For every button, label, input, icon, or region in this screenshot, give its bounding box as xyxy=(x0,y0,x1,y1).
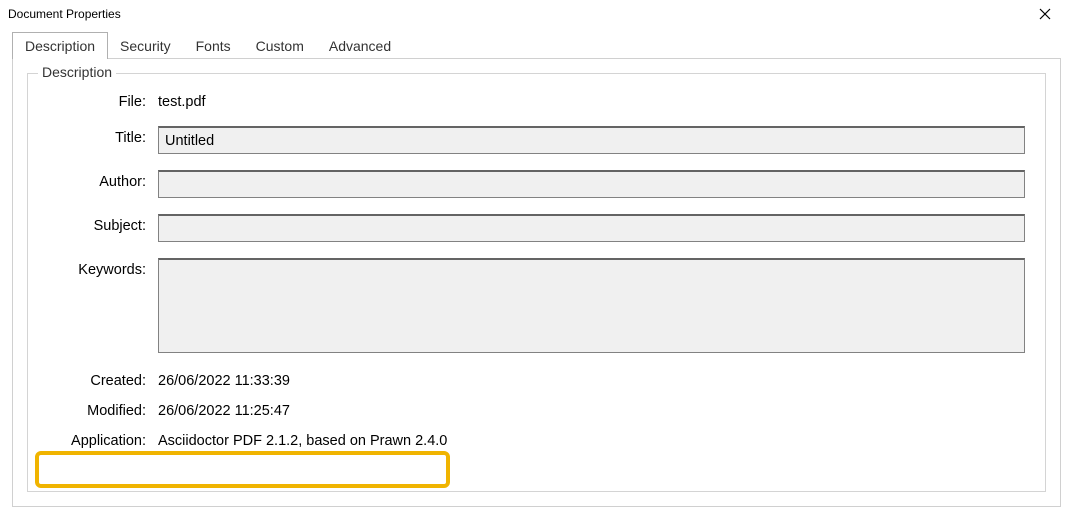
value-file: test.pdf xyxy=(158,90,1025,110)
tabs: Description Security Fonts Custom Advanc… xyxy=(12,32,1061,59)
close-button[interactable] xyxy=(1025,2,1065,26)
row-keywords: Keywords: xyxy=(48,258,1025,353)
label-application: Application: xyxy=(48,429,158,449)
label-subject: Subject: xyxy=(48,214,158,234)
label-modified: Modified: xyxy=(48,399,158,419)
tab-description[interactable]: Description xyxy=(12,32,108,59)
label-title: Title: xyxy=(48,126,158,146)
value-application: Asciidoctor PDF 2.1.2, based on Prawn 2.… xyxy=(158,429,1025,449)
window-title: Document Properties xyxy=(8,7,121,21)
label-file: File: xyxy=(48,90,158,110)
description-fieldset: Description File: test.pdf Title: Author… xyxy=(27,73,1046,492)
value-modified: 26/06/2022 11:25:47 xyxy=(158,399,1025,419)
subject-field[interactable] xyxy=(158,214,1025,242)
row-file: File: test.pdf xyxy=(48,90,1025,110)
author-field[interactable] xyxy=(158,170,1025,198)
tabs-container: Description Security Fonts Custom Advanc… xyxy=(12,32,1061,59)
row-application: Application: Asciidoctor PDF 2.1.2, base… xyxy=(48,429,1025,449)
tab-panel: Description File: test.pdf Title: Author… xyxy=(12,58,1061,507)
tab-advanced[interactable]: Advanced xyxy=(316,32,404,59)
window-titlebar: Document Properties xyxy=(0,0,1073,28)
label-keywords: Keywords: xyxy=(48,258,158,278)
label-created: Created: xyxy=(48,369,158,389)
row-modified: Modified: 26/06/2022 11:25:47 xyxy=(48,399,1025,419)
row-created: Created: 26/06/2022 11:33:39 xyxy=(48,369,1025,389)
tab-custom[interactable]: Custom xyxy=(243,32,317,59)
close-icon xyxy=(1039,8,1051,20)
row-author: Author: xyxy=(48,170,1025,198)
row-subject: Subject: xyxy=(48,214,1025,242)
tab-fonts[interactable]: Fonts xyxy=(183,32,244,59)
title-field[interactable] xyxy=(158,126,1025,154)
fieldset-legend: Description xyxy=(38,64,116,80)
value-created: 26/06/2022 11:33:39 xyxy=(158,369,1025,389)
label-author: Author: xyxy=(48,170,158,190)
keywords-field[interactable] xyxy=(158,258,1025,353)
tab-security[interactable]: Security xyxy=(107,32,184,59)
row-title: Title: xyxy=(48,126,1025,154)
